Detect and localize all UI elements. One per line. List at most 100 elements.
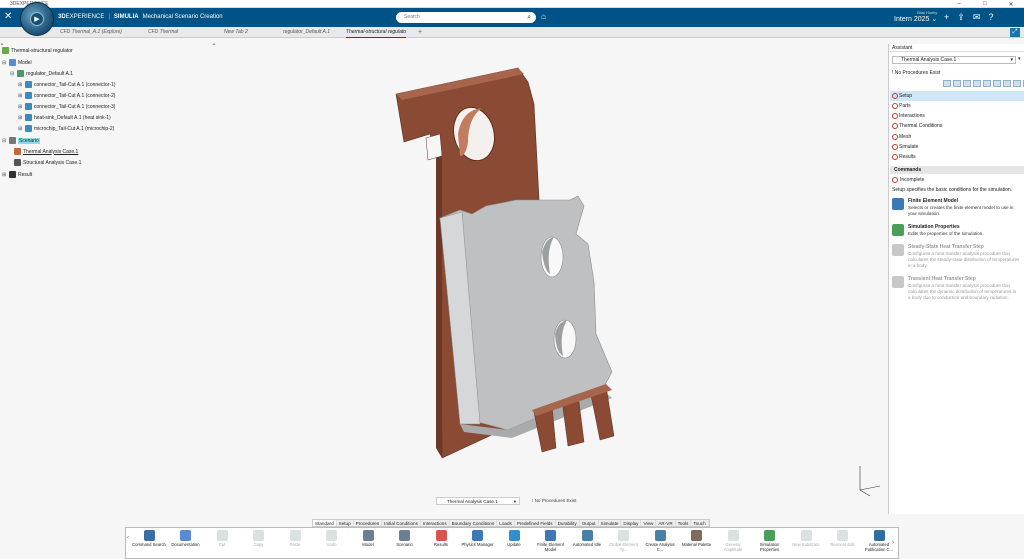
physics-manager-button[interactable]: Physics Manager — [461, 530, 495, 547]
procedure-thermal-conditions[interactable]: Thermal Conditions — [890, 121, 1024, 131]
chevron-down-icon[interactable]: ▾ — [1018, 56, 1021, 62]
scenario-button[interactable]: Scenario — [388, 530, 422, 547]
tab-thermal-structural[interactable]: Thermal-structural regulato — [346, 27, 407, 38]
tree-case-thermal[interactable]: Thermal Analysis Case.1 — [14, 147, 78, 156]
tab-touch[interactable]: Touch — [691, 520, 709, 526]
procedure-results[interactable]: Results — [890, 152, 1024, 162]
tree-regulator[interactable]: ⊟ regulator_Default A.1 — [10, 69, 73, 78]
cmd-finite-element-model[interactable]: Finite Element Model Selects or creates t… — [892, 198, 1022, 220]
user-info[interactable]: Bilal Hunky Intern 2025 ⌄ — [894, 10, 937, 23]
tab-display[interactable]: Display — [621, 520, 642, 526]
expand-icon[interactable]: ⊞ — [18, 82, 23, 88]
tree-part-3[interactable]: ⊞ connector_Tail-Cut A.1 (connector-3) — [18, 102, 115, 111]
collapse-icon[interactable]: ⊟ — [2, 138, 7, 144]
expand-icon[interactable]: ⊞ — [18, 115, 23, 121]
add-tab-icon[interactable]: + — [418, 27, 422, 38]
paste-button[interactable]: Paste — [278, 530, 312, 547]
collapse-actionbar-icon[interactable]: ‹ — [127, 535, 129, 541]
undo-button[interactable]: Undo — [315, 530, 349, 547]
tab-regulator-default[interactable]: regulator_Default A.1 — [283, 27, 330, 38]
tab-initial-conditions[interactable]: Initial Conditions — [382, 520, 421, 526]
tree-part-2[interactable]: ⊞ connector_Tail-Cut A.1 (connector-2) — [18, 91, 115, 100]
procedure-interactions[interactable]: Interactions — [890, 111, 1024, 121]
tab-standard[interactable]: Standard — [313, 520, 337, 526]
tree-part-1[interactable]: ⊞ connector_Tail-Cut A.1 (connector-1) — [18, 80, 115, 89]
model-button[interactable]: Model — [351, 530, 385, 547]
documentation-button[interactable]: Documentation — [169, 530, 203, 547]
help-icon[interactable]: ? — [988, 12, 993, 23]
tab-new-tab-2[interactable]: New Tab 2 — [224, 27, 248, 38]
tab-boundary-conditions[interactable]: Boundary Conditions — [450, 520, 498, 526]
finite-element-model-button[interactable]: Finite Element Model — [534, 530, 568, 552]
expand-icon[interactable]: ⊞ — [2, 172, 7, 178]
tool-icon[interactable] — [963, 80, 971, 87]
tab-predefined-fields[interactable]: Predefined Fields — [515, 520, 556, 526]
tool-icon[interactable] — [983, 80, 991, 87]
tab-ar-vr[interactable]: AR-VR — [656, 520, 676, 526]
tree-root[interactable]: Thermal-structural regulator — [2, 46, 73, 55]
tab-setup[interactable]: Setup — [337, 520, 354, 526]
reorient-edit-button[interactable]: Reorient Edit — [826, 530, 860, 547]
share-icon[interactable]: ⇪ — [957, 12, 965, 23]
global-element-ty-button[interactable]: Global Element Ty... — [607, 530, 641, 552]
tree-part-5[interactable]: ⊞ microchip_Tail-Cut A.1 (microchip-2) — [18, 124, 114, 133]
tab-cfd-thermal-explore[interactable]: CFD Thermal_A.1 (Explore) — [60, 27, 122, 38]
create-analysis-c-button[interactable]: Create Analysis C... — [643, 530, 677, 552]
tool-icon[interactable] — [953, 80, 961, 87]
tab-simulate[interactable]: Simulate — [599, 520, 622, 526]
cmd-steady-state-step[interactable]: Steady-State Heat Transfer Step Configure… — [892, 244, 1022, 272]
tree-part-4[interactable]: ⊞ heat-sink_Default A.1 (heat sink-1) — [18, 113, 111, 122]
expand-icon[interactable]: ⊞ — [18, 104, 23, 110]
tool-icon[interactable] — [943, 80, 951, 87]
fullscreen-icon[interactable]: ⤢ — [1010, 28, 1020, 37]
tree-model[interactable]: ⊟ Model — [2, 58, 32, 67]
automated-idle-button[interactable]: Automated Idle — [570, 530, 604, 547]
tab-view[interactable]: View — [641, 520, 657, 526]
tool-icon[interactable] — [973, 80, 981, 87]
tree-case-structural[interactable]: Structural Analysis Case.1 — [14, 158, 81, 167]
collapse-icon[interactable]: ⊟ — [10, 71, 15, 77]
maximize-icon[interactable]: □ — [972, 0, 998, 8]
search-input[interactable]: Search ⌕ — [396, 12, 536, 23]
tab-durability[interactable]: Durability — [556, 520, 580, 526]
ds-logo-icon[interactable]: ✕ — [4, 11, 12, 22]
tab-loads[interactable]: Loads — [497, 520, 515, 526]
tab-tools[interactable]: Tools — [676, 520, 692, 526]
procedure-setup[interactable]: Setup — [890, 91, 1024, 101]
automated-publication-c-button[interactable]: Automated Publication C... — [862, 530, 896, 552]
expand-actionbar-icon[interactable]: › — [892, 540, 894, 546]
procedure-simulate[interactable]: Simulate — [890, 142, 1024, 152]
tool-icon[interactable] — [993, 80, 1001, 87]
search-icon[interactable]: ⌕ — [527, 12, 531, 23]
new-substrate-button[interactable]: New Substrate — [789, 530, 823, 547]
procedure-parts[interactable]: Parts — [890, 101, 1024, 111]
results-button[interactable]: Results — [424, 530, 458, 547]
tree-result[interactable]: ⊞ Result — [2, 170, 32, 179]
3d-viewport[interactable] — [216, 38, 886, 522]
community-icon[interactable]: ✉ — [973, 12, 981, 23]
general-amplitude-button[interactable]: General Amplitude — [716, 530, 750, 552]
update-button[interactable]: Update — [497, 530, 531, 547]
expand-icon[interactable]: ⊞ — [18, 126, 23, 132]
tool-icon[interactable] — [1013, 80, 1021, 87]
version-dropdown[interactable]: Intern 2025 ⌄ — [894, 15, 937, 23]
simulation-properties-button[interactable]: Simulation Properties — [753, 530, 787, 552]
collapse-icon[interactable]: ⊟ — [2, 60, 7, 66]
cut-button[interactable]: Cut — [205, 530, 239, 547]
tag-icon[interactable]: ⌂ — [541, 12, 546, 21]
minimize-icon[interactable]: – — [946, 0, 972, 8]
analysis-case-select[interactable]: Thermal Analysis Case.1 ▾ — [892, 56, 1016, 64]
viewport-procedure-select[interactable]: Thermal Analysis Case.1 ▾ — [436, 497, 520, 505]
tree-scenario[interactable]: ⊟ Scenario — [2, 136, 40, 145]
tab-interactions[interactable]: Interactions — [421, 520, 450, 526]
material-palette-button[interactable]: Material Palette — [680, 530, 714, 547]
cmd-simulation-properties[interactable]: Simulation Properties Edits the propertie… — [892, 224, 1022, 242]
cmd-transient-step[interactable]: Transient Heat Transfer Step Configures a… — [892, 276, 1022, 312]
tab-cfd-thermal[interactable]: CFD Thermal — [148, 27, 178, 38]
procedure-mesh[interactable]: Mesh — [890, 132, 1024, 142]
expand-icon[interactable]: ⊞ — [18, 93, 23, 99]
add-icon[interactable]: + — [944, 12, 949, 23]
compass-widget[interactable]: ▶ — [20, 2, 54, 36]
view-compass[interactable] — [846, 460, 886, 500]
close-icon[interactable]: ✕ — [998, 0, 1024, 8]
